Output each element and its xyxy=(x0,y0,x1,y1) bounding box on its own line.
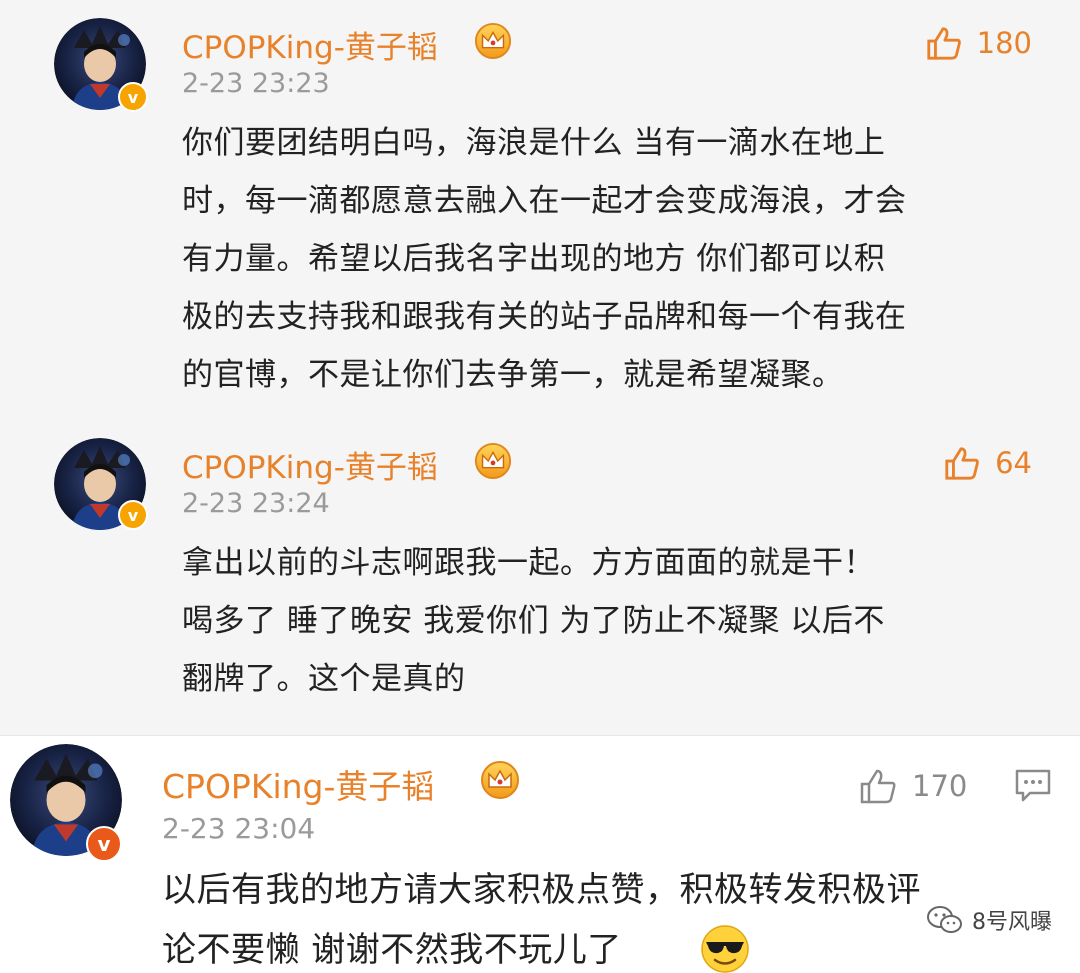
crown-icon xyxy=(474,22,512,60)
sunglasses-emoji-icon xyxy=(701,925,749,973)
timestamp: 2-23 23:23 xyxy=(182,68,330,99)
avatar[interactable]: v xyxy=(10,744,122,862)
comment-line: 以后有我的地方请大家积极点赞，积极转发积极评 xyxy=(162,870,921,910)
wechat-icon xyxy=(927,906,962,933)
username[interactable]: CPOPKing-黄子韬 xyxy=(162,760,434,808)
comment-line: 论不要懒 谢谢不然我不玩儿了 xyxy=(162,930,622,970)
thumbs-up-icon xyxy=(927,27,961,60)
verified-badge-icon: v xyxy=(118,500,148,530)
like-count: 180 xyxy=(976,26,1032,60)
crown-icon xyxy=(481,761,519,799)
comment-card: v CPOPKing-黄子韬 2-23 23:24 64 拿出以前的斗志啊跟我一… xyxy=(0,412,1080,735)
source-watermark: 8号风曝 xyxy=(926,904,1052,936)
comment-text: 你们要团结明白吗，海浪是什么 当有一滴水在地上 时，每一滴都愿意去融入在一起才会… xyxy=(182,114,907,404)
comment-line: 喝多了 睡了晚安 我爱你们 为了防止不凝聚 以后不 xyxy=(182,603,885,639)
comment-icon[interactable] xyxy=(1014,768,1052,804)
comment-line: 你们要团结明白吗，海浪是什么 当有一滴水在地上 xyxy=(182,125,886,161)
like-button[interactable]: 170 xyxy=(858,766,967,806)
like-button[interactable]: 180 xyxy=(925,24,1032,62)
like-count: 64 xyxy=(995,446,1032,480)
comment-card: v CPOPKing-黄子韬 2-23 23:04 170 以后有我的地方请大家… xyxy=(0,735,1080,973)
verified-badge-icon: v xyxy=(86,826,122,862)
comment-line: 翻牌了。这个是真的 xyxy=(182,661,466,697)
timestamp: 2-23 23:04 xyxy=(162,812,316,845)
comment-text: 以后有我的地方请大家积极点赞，积极转发积极评 论不要懒 谢谢不然我不玩儿了 xyxy=(162,860,921,973)
screenshot: v CPOPKing-黄子韬 2-23 23:23 180 你们要团结明白吗，海… xyxy=(0,0,1080,973)
thumbs-up-icon xyxy=(945,447,979,480)
like-count: 170 xyxy=(912,769,968,803)
comment-line: 有力量。希望以后我名字出现的地方 你们都可以积 xyxy=(182,241,886,277)
like-button[interactable]: 64 xyxy=(943,444,1032,482)
verified-badge-icon: v xyxy=(118,82,148,112)
comment-line: 时，每一滴都愿意去融入在一起才会变成海浪，才会 xyxy=(182,183,907,219)
thumbs-up-icon xyxy=(860,769,896,804)
comment-line: 极的去支持我和跟我有关的站子品牌和每一个有我在 xyxy=(182,299,907,335)
comment-line: 拿出以前的斗志啊跟我一起。方方面面的就是干！ xyxy=(182,545,875,581)
watermark-text: 8号风曝 xyxy=(972,910,1052,935)
timestamp: 2-23 23:24 xyxy=(182,488,330,519)
username[interactable]: CPOPKing-黄子韬 xyxy=(182,22,438,67)
comment-card: v CPOPKing-黄子韬 2-23 23:23 180 你们要团结明白吗，海… xyxy=(0,0,1080,412)
avatar[interactable]: v xyxy=(54,438,148,530)
avatar[interactable]: v xyxy=(54,18,148,112)
username[interactable]: CPOPKing-黄子韬 xyxy=(182,442,438,487)
crown-icon xyxy=(474,442,512,480)
comment-text: 拿出以前的斗志啊跟我一起。方方面面的就是干！ 喝多了 睡了晚安 我爱你们 为了防… xyxy=(182,534,885,708)
comment-line: 的官博，不是让你们去争第一，就是希望凝聚。 xyxy=(182,357,844,393)
